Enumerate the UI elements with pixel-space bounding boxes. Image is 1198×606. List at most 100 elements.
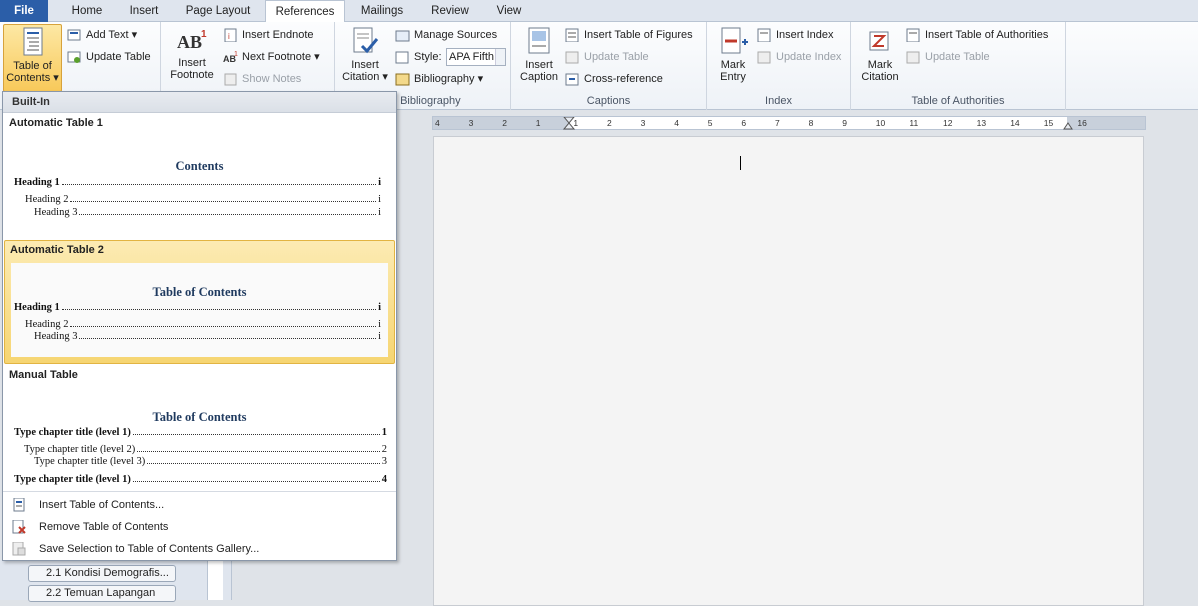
update-table-captions-button[interactable]: Update Table: [564, 47, 649, 67]
chevron-down-icon: [495, 49, 505, 65]
mark-entry-icon: [721, 27, 748, 54]
ruler-number: 13: [976, 118, 987, 128]
update-table-icon: [906, 51, 920, 64]
tab-review[interactable]: Review: [420, 0, 480, 22]
style-select[interactable]: APA Fifth: [446, 48, 506, 66]
toc-icon: [23, 27, 42, 56]
save-selection-menu-item[interactable]: Save Selection to Table of Contents Gall…: [4, 538, 395, 560]
bibliography-button[interactable]: Bibliography ▾: [394, 69, 483, 89]
remove-toc-menu-item[interactable]: Remove Table of Contents: [4, 516, 395, 538]
update-index-button[interactable]: Update Index: [756, 47, 841, 67]
preview-line: Heading 3i: [34, 331, 381, 342]
toc-label-2: Contents ▾: [6, 72, 59, 84]
navigation-pane: 2.1 Kondisi Demografis... 2.2 Temuan Lap…: [0, 560, 232, 602]
nav-heading-item[interactable]: 2.1 Kondisi Demografis...: [28, 565, 176, 582]
mark-citation-button[interactable]: Mark Citation: [855, 24, 905, 83]
ruler-number: 4: [435, 118, 440, 128]
ruler-number: 2: [607, 118, 612, 128]
gallery-item-manual-table[interactable]: Manual Table Table of Contents Type chap…: [4, 366, 395, 490]
ruler-number: 11: [909, 118, 919, 128]
toc-label-1: Table of: [13, 60, 52, 72]
vertical-ruler[interactable]: [207, 560, 223, 600]
insert-index-icon: [757, 28, 771, 42]
gallery-item-automatic-table-1[interactable]: Automatic Table 1 Contents Heading 1i He…: [4, 114, 395, 239]
update-table-button[interactable]: Update Table: [66, 47, 151, 67]
tab-references[interactable]: References: [265, 0, 345, 23]
cross-reference-button[interactable]: Cross-reference: [564, 69, 663, 89]
toc-gallery-dropdown: Built-In Automatic Table 1 Contents Head…: [2, 91, 397, 561]
tab-mailings[interactable]: Mailings: [350, 0, 414, 22]
indent-marker-icon[interactable]: [563, 117, 575, 130]
ruler-number: 8: [808, 118, 814, 128]
caption-icon: [528, 27, 550, 54]
tab-view[interactable]: View: [486, 0, 532, 22]
ruler-number: 4: [674, 118, 679, 128]
tab-home[interactable]: Home: [60, 0, 114, 22]
table-of-contents-button[interactable]: Table of Contents ▾: [3, 24, 62, 92]
show-notes-icon: [224, 73, 237, 86]
tab-file[interactable]: File: [0, 0, 48, 22]
insert-table-of-figures-button[interactable]: Insert Table of Figures: [564, 25, 693, 45]
preview-title: Contents: [175, 159, 224, 173]
horizontal-ruler[interactable]: 4 3 2 1 1 2 3 4 5 6 7 8 9 10 11 12 13 14 15 16: [432, 116, 1146, 130]
insert-index-button[interactable]: Insert Index: [756, 25, 833, 45]
svg-text:i: i: [228, 32, 230, 41]
insert-footnote-button[interactable]: AB 1 Insert Footnote: [165, 24, 219, 81]
next-footnote-button[interactable]: AB 1 Next Footnote ▾: [222, 47, 320, 67]
mark-citation-icon: [869, 31, 889, 51]
insert-endnote-button[interactable]: i Insert Endnote: [222, 25, 314, 45]
show-notes-button[interactable]: Show Notes: [222, 69, 301, 89]
tab-page-layout[interactable]: Page Layout: [176, 0, 260, 22]
right-indent-marker-icon[interactable]: [1063, 117, 1073, 130]
text-cursor: [740, 156, 741, 170]
update-table-icon: [67, 51, 81, 63]
insert-caption-button[interactable]: Insert Caption: [515, 24, 563, 83]
group-label-toa: Table of Authorities: [911, 95, 1005, 107]
preview-title: Table of Contents: [152, 285, 247, 299]
ruler-number: 16: [1077, 118, 1087, 128]
svg-text:1: 1: [201, 29, 207, 40]
group-label-index: Index: [765, 95, 792, 107]
group-captions: Insert Caption Insert Table of Figures U…: [511, 22, 707, 110]
group-index: Mark Entry Insert Index Update Index Ind…: [707, 22, 851, 110]
endnote-icon: i: [224, 28, 237, 42]
table-of-figures-icon: [565, 28, 579, 42]
preview-line: Type chapter title (level 1) 1: [14, 427, 387, 438]
style-row: Style: APA Fifth: [394, 47, 506, 67]
update-table-toa-button[interactable]: Update Table: [905, 47, 990, 67]
style-icon: [395, 51, 409, 64]
cross-reference-icon: [565, 73, 579, 86]
preview-line: Heading 2i: [25, 319, 381, 330]
update-index-icon: [757, 51, 771, 64]
manage-sources-button[interactable]: Manage Sources: [394, 25, 497, 45]
insert-citation-button[interactable]: Insert Citation ▾: [339, 24, 391, 83]
preview-line: Heading 3i: [34, 207, 381, 218]
ruler-number: 7: [775, 118, 780, 128]
document-page[interactable]: [433, 136, 1144, 606]
insert-toc-menu-item[interactable]: Insert Table of Contents...: [4, 494, 395, 516]
insert-table-of-authorities-button[interactable]: Insert Table of Authorities: [905, 25, 1048, 45]
add-text-button[interactable]: Add Text ▾: [66, 25, 137, 45]
bibliography-icon: [395, 73, 410, 86]
ruler-number: 15: [1043, 118, 1054, 128]
ruler-number: 3: [468, 118, 474, 128]
nav-heading-item[interactable]: 2.2 Temuan Lapangan: [28, 585, 176, 602]
group-label-captions: Captions: [586, 95, 631, 107]
preview-line: Heading 2i: [25, 194, 381, 205]
ribbon-tab-bar: File Home Insert Page Layout References …: [0, 0, 1198, 23]
tab-insert[interactable]: Insert: [118, 0, 170, 22]
gallery-item-automatic-table-2[interactable]: Automatic Table 2 Table of Contents Head…: [4, 240, 395, 364]
preview-line: Type chapter title (level 1) 4: [14, 474, 387, 485]
ruler-number: 9: [842, 118, 847, 128]
preview-title: Table of Contents: [152, 410, 247, 424]
svg-text:1: 1: [234, 51, 238, 58]
next-footnote-icon: AB1: [223, 51, 238, 64]
menu-separator: [3, 491, 396, 492]
ruler-number: 3: [640, 118, 646, 128]
mark-entry-button[interactable]: Mark Entry: [711, 24, 755, 83]
svg-text:AB: AB: [177, 32, 202, 52]
ruler-number: 14: [1010, 118, 1020, 128]
save-selection-icon: [12, 542, 26, 556]
add-text-icon: [67, 29, 81, 41]
preview-line: Heading 1i: [14, 177, 381, 188]
